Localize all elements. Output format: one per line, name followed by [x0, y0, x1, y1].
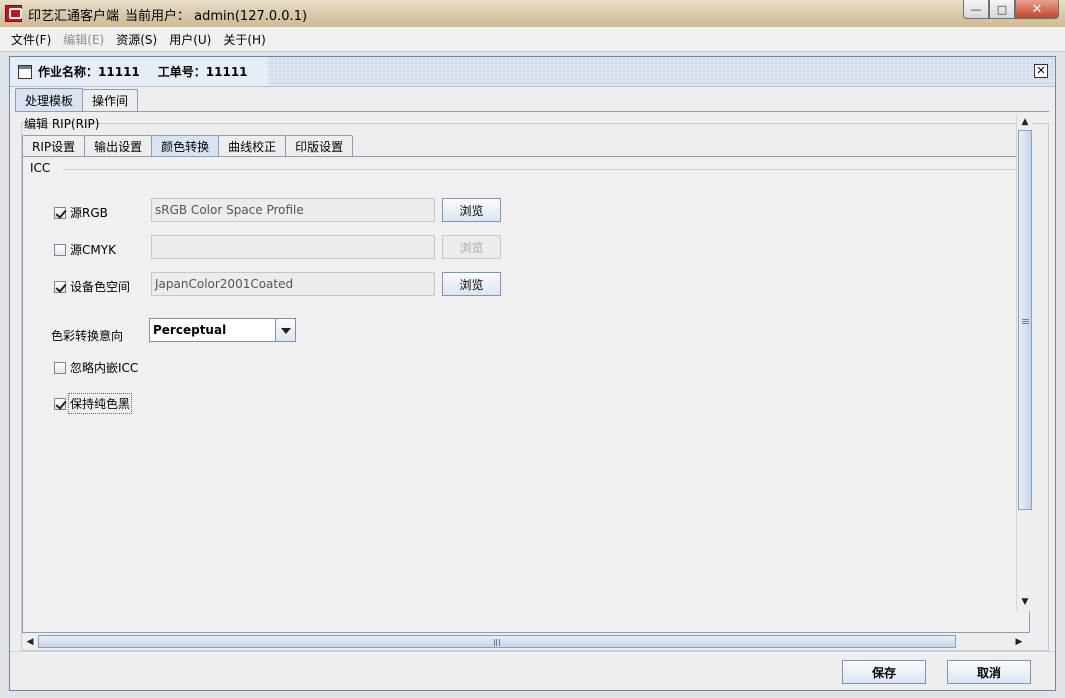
tab-curve-correction[interactable]: 曲线校正 [218, 135, 287, 157]
rendering-intent-select[interactable]: Perceptual [149, 318, 296, 342]
save-button[interactable]: 保存 [842, 660, 926, 684]
window-title-bar: 印艺汇通客户端 当前用户： admin(127.0.0.1) — □ ✕ [0, 0, 1065, 27]
tab-operation-room[interactable]: 操作间 [82, 89, 139, 111]
device-colorspace-checkbox[interactable]: 设备色空间 [54, 278, 130, 295]
vertical-scrollbar[interactable]: ▲ ▼ [1016, 114, 1033, 611]
rendering-intent-value: Perceptual [153, 323, 227, 337]
source-rgb-field[interactable]: sRGB Color Space Profile [151, 198, 435, 222]
menu-resources[interactable]: 资源(S) [110, 31, 163, 48]
checkbox-checked-icon [54, 397, 66, 410]
checkbox-unchecked-icon [54, 243, 66, 256]
job-name-label: 作业名称： [38, 65, 99, 79]
tab-plate-settings[interactable]: 印版设置 [285, 135, 354, 157]
icc-group-title: ICC [30, 161, 55, 175]
job-frame: 作业名称：11111 工单号：11111 ✕ 处理模板 操作间 编辑 RIP(RI… [9, 56, 1056, 691]
tab-color-conversion[interactable]: 颜色转换 [151, 135, 220, 157]
source-cmyk-field[interactable] [151, 235, 435, 259]
device-colorspace-browse-button[interactable]: 浏览 [442, 272, 501, 296]
menu-about[interactable]: 关于(H) [217, 31, 271, 48]
tab-output-settings[interactable]: 输出设置 [84, 135, 153, 157]
maximize-button[interactable]: □ [989, 0, 1015, 19]
rendering-intent-label: 色彩转换意向 [51, 329, 124, 343]
keep-pure-black-checkbox[interactable]: 保持纯色黑 [54, 393, 133, 414]
scroll-down-arrow-icon[interactable]: ▼ [1017, 594, 1033, 610]
source-cmyk-browse-button[interactable]: 浏览 [442, 235, 501, 259]
scroll-up-arrow-icon[interactable]: ▲ [1017, 114, 1033, 130]
window-close-button[interactable]: ✕ [1015, 0, 1059, 19]
keep-pure-black-label: 保持纯色黑 [67, 393, 133, 414]
job-name-value: 11111 [98, 65, 140, 79]
order-number-label: 工单号： [157, 65, 206, 79]
window-icon [18, 64, 32, 79]
menu-edit[interactable]: 编辑(E) [57, 31, 110, 48]
rip-settings-panel: RIP设置 输出设置 颜色转换 曲线校正 印版设置 ICC 源RGB sRGB … [22, 135, 1030, 633]
job-frame-title: 作业名称：11111 工单号：11111 [38, 63, 248, 80]
edit-rip-title: 编辑 RIP(RIP) [24, 117, 100, 131]
source-rgb-label: 源RGB [70, 206, 108, 220]
ignore-embedded-icc-checkbox[interactable]: 忽略内嵌ICC [54, 359, 138, 376]
horizontal-scroll-thumb[interactable] [38, 635, 956, 648]
job-frame-title-bar: 作业名称：11111 工单号：11111 ✕ [10, 57, 1055, 87]
app-logo-icon [5, 5, 22, 22]
inner-tab-strip: RIP设置 输出设置 颜色转换 曲线校正 印版设置 [22, 135, 354, 157]
checkbox-unchecked-icon [54, 361, 66, 374]
color-conversion-body: ICC 源RGB sRGB Color Space Profile 浏览 源CM… [22, 156, 1030, 633]
app-title: 印艺汇通客户端 [28, 9, 120, 24]
device-colorspace-label: 设备色空间 [70, 280, 131, 294]
source-rgb-browse-button[interactable]: 浏览 [442, 198, 501, 222]
chevron-down-icon[interactable] [275, 319, 295, 341]
ignore-embedded-icc-label: 忽略内嵌ICC [70, 361, 139, 375]
vertical-scroll-thumb[interactable] [1018, 130, 1032, 510]
source-cmyk-label: 源CMYK [70, 243, 116, 257]
checkbox-checked-icon [54, 206, 66, 219]
menu-bar: 文件(F) 编辑(E) 资源(S) 用户(U) 关于(H) [0, 27, 1065, 52]
order-number-value: 11111 [205, 65, 248, 79]
device-colorspace-field[interactable]: JapanColor2001Coated [151, 272, 435, 296]
scroll-right-arrow-icon[interactable]: ▶ [1011, 634, 1027, 649]
menu-user[interactable]: 用户(U) [163, 31, 217, 48]
frame-close-icon[interactable]: ✕ [1034, 64, 1048, 78]
minimize-button[interactable]: — [963, 0, 989, 19]
tab-processing-template[interactable]: 处理模板 [15, 88, 84, 111]
outer-tab-strip: 处理模板 操作间 [15, 88, 139, 111]
source-cmyk-checkbox[interactable]: 源CMYK [54, 241, 116, 258]
horizontal-scrollbar[interactable]: ◀ ▶ [22, 634, 1027, 649]
source-rgb-checkbox[interactable]: 源RGB [54, 204, 108, 221]
tab-rip-settings[interactable]: RIP设置 [22, 135, 86, 157]
scroll-left-arrow-icon[interactable]: ◀ [22, 634, 38, 649]
cancel-button[interactable]: 取消 [947, 660, 1031, 684]
menu-file[interactable]: 文件(F) [5, 31, 57, 48]
checkbox-checked-icon [54, 280, 66, 293]
current-user-label: 当前用户： admin(127.0.0.1) [125, 9, 308, 24]
